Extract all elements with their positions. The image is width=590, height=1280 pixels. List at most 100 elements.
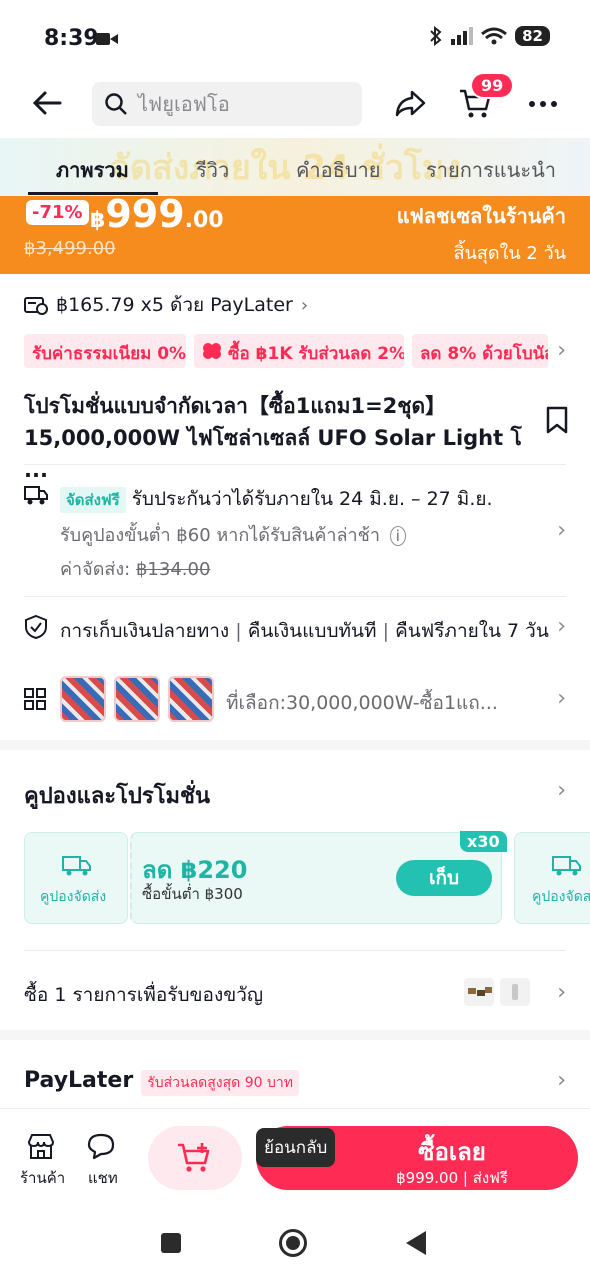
shipping-coupon-label: คูปองจัดส่ง [40,889,107,905]
service-free-return: คืนฟรีภายใน 7 วัน [395,620,549,642]
search-icon [105,93,127,115]
cart-plus-icon [178,1143,210,1172]
paylater-installment-row[interactable]: ฿165.79 x5 ด้วย PayLater › [24,290,308,320]
paylater-chevron-icon[interactable]: › [557,1068,566,1093]
home-icon[interactable] [278,1228,308,1258]
status-time: 8:39 [44,26,99,51]
system-navigation-bar [0,1200,590,1280]
shipping-fee-label: ค่าจัดส่ง: [60,559,131,580]
product-title-line-1: โปรโมชั่นแบบจำกัดเวลา【ซื้อ1แถม1=2ชุด】 [24,394,447,418]
currency-symbol: ฿ [90,208,106,233]
shop-icon[interactable] [26,1132,56,1160]
coupon-minimum-spend: ซื้อขั้นต่ำ ฿300 [142,885,243,903]
chat-label[interactable]: แชท [88,1166,118,1190]
late-delivery-coupon-row: รับคูปองขั้นต่ำ ฿60 หากได้รับสินค้าล่าช้… [60,520,406,549]
cart-count-badge: 99 [470,72,515,99]
promo-chevron-icon[interactable]: › [557,338,566,363]
promo-chip-discount-label: ซื้อ ฿1K รับส่วนลด 2% [228,344,404,364]
back-arrow-icon[interactable] [32,90,62,116]
back-tooltip[interactable]: ย้อนกลับ [256,1128,336,1167]
share-icon[interactable] [394,88,426,118]
flash-sale-title: แฟลชเซลในร้านค้า [396,204,566,228]
variants-chevron-icon[interactable]: › [557,686,566,711]
shipping-chevron-icon[interactable]: › [557,518,566,543]
chat-icon[interactable] [86,1132,116,1160]
collect-coupon-button[interactable]: เก็บ [396,860,492,896]
variant-thumbnail[interactable] [168,676,214,722]
shop-label[interactable]: ร้านค้า [20,1166,65,1190]
variant-thumbnail[interactable] [60,676,106,722]
status-icons: 82 [429,26,550,46]
tab-reviews[interactable]: รีวิว [196,154,229,186]
gift-chevron-icon[interactable]: › [557,980,566,1005]
separator: | [458,1169,473,1187]
variant-thumbnail[interactable] [114,676,160,722]
tab-description[interactable]: คำอธิบาย [296,154,380,186]
add-to-cart-button[interactable] [148,1126,242,1190]
shipping-fee-row: ค่าจัดส่ง: ฿134.00 [60,554,210,583]
promo-chip-discount[interactable]: ซื้อ ฿1K รับส่วนลด 2% [194,334,404,368]
divider [24,596,566,597]
wifi-icon [481,27,508,45]
more-options-icon[interactable] [528,100,558,108]
price-decimal: .00 [184,208,224,233]
tab-recommended[interactable]: รายการแนะนำ [426,154,556,186]
delivery-truck-icon [62,856,91,876]
promo-chip-bonus[interactable]: ลด 8% ด้วยโบนัส [412,334,548,368]
gift-promotion-text[interactable]: ซื้อ 1 รายการเพื่อรับของขวัญ [24,980,263,1010]
chevron-right-icon: › [300,294,309,316]
section-divider [0,740,590,750]
coupons-chevron-icon[interactable]: › [557,778,566,803]
coupons-section-title: คูปองและโปรโมชั่น [24,784,211,809]
info-icon[interactable]: i [389,526,406,546]
status-bar: 8:39 82 [0,0,590,80]
gift-product-image [512,984,518,1000]
price-integer: 999 [105,192,185,236]
paylater-installment-text: ฿165.79 x5 ด้วย PayLater [56,294,293,316]
shipping-coupon-card[interactable] [24,832,128,924]
late-delivery-coupon-text: รับคูปองขั้นต่ำ ฿60 หากได้รับสินค้าล่าช้… [60,525,380,546]
buy-now-price: ฿999.00 [396,1169,459,1187]
shipping-fee-original: ฿134.00 [135,559,211,580]
grid-icon [24,688,46,710]
shipping-guarantee-row[interactable]: จัดส่งฟรี รับประกันว่าได้รับภายใน 24 มิ.ย… [60,484,493,514]
free-shipping-badge: จัดส่งฟรี [60,487,126,513]
flash-sale-countdown: สิ้นสุดใน 2 วัน [453,243,566,264]
separator: | [382,620,396,642]
system-back-icon[interactable] [404,1230,428,1256]
paylater-section-header[interactable]: PayLater รับส่วนลดสูงสุด 90 บาท [24,1068,299,1096]
flash-sale-bar: -71% ฿999.00 ฿3,499.00 แฟลชเซลในร้านค้า … [0,192,590,274]
separator: | [235,620,248,642]
paylater-icon [24,297,48,315]
banner-background-text: จัดส่งภายใน 24 ชั่วโมง [110,148,462,188]
buy-now-shipping: ส่งฟรี [472,1169,508,1187]
original-price: ฿3,499.00 [24,238,116,259]
section-divider [0,1030,590,1040]
paylater-discount-badge: รับส่วนลดสูงสุด 90 บาท [141,1069,299,1096]
gift-thumbnail [464,978,494,1006]
divider [24,464,566,465]
tab-overview[interactable]: ภาพรวม [56,154,129,186]
paylater-title: PayLater [24,1068,134,1093]
bonus-flower-icon [203,343,221,359]
shield-check-icon [25,614,47,640]
product-title: โปรโมชั่นแบบจำกัดเวลา【ซื้อ1แถม1=2ชุด】 15… [24,390,524,486]
service-instant-refund: คืนเงินแบบทันที [247,620,377,642]
shipping-coupon-label: คูปองจัดส [532,889,590,905]
selected-variant-text[interactable]: ที่เลือก:30,000,000W-ซื้อ1แถ... [226,688,498,718]
current-price: ฿999.00 [90,192,224,236]
section-tabs: จัดส่งภายใน 24 ชั่วโมง ภาพรวม รีวิว คำอธ… [0,138,590,196]
product-title-line-2: 15,000,000W ไฟโซล่าเซลล์ UFO Solar Light… [24,426,522,482]
top-nav: ไฟยูเอฟโอ 99 [0,72,590,134]
services-chevron-icon[interactable]: › [557,614,566,639]
promo-chip-fee[interactable]: รับค่าธรรมเนียม 0% [24,334,186,368]
coupon-count-badge: x30 [460,831,507,852]
services-row[interactable]: การเก็บเงินปลายทาง | คืนเงินแบบทันที | ค… [60,616,549,646]
discount-badge: -71% [26,200,89,225]
shipping-coupon-card[interactable] [514,832,590,924]
search-input[interactable]: ไฟยูเอฟโอ [92,82,362,126]
battery-indicator: 82 [515,26,550,46]
recent-apps-icon[interactable] [160,1232,182,1254]
bookmark-icon[interactable] [546,406,568,434]
search-placeholder: ไฟยูเอฟโอ [138,92,230,116]
